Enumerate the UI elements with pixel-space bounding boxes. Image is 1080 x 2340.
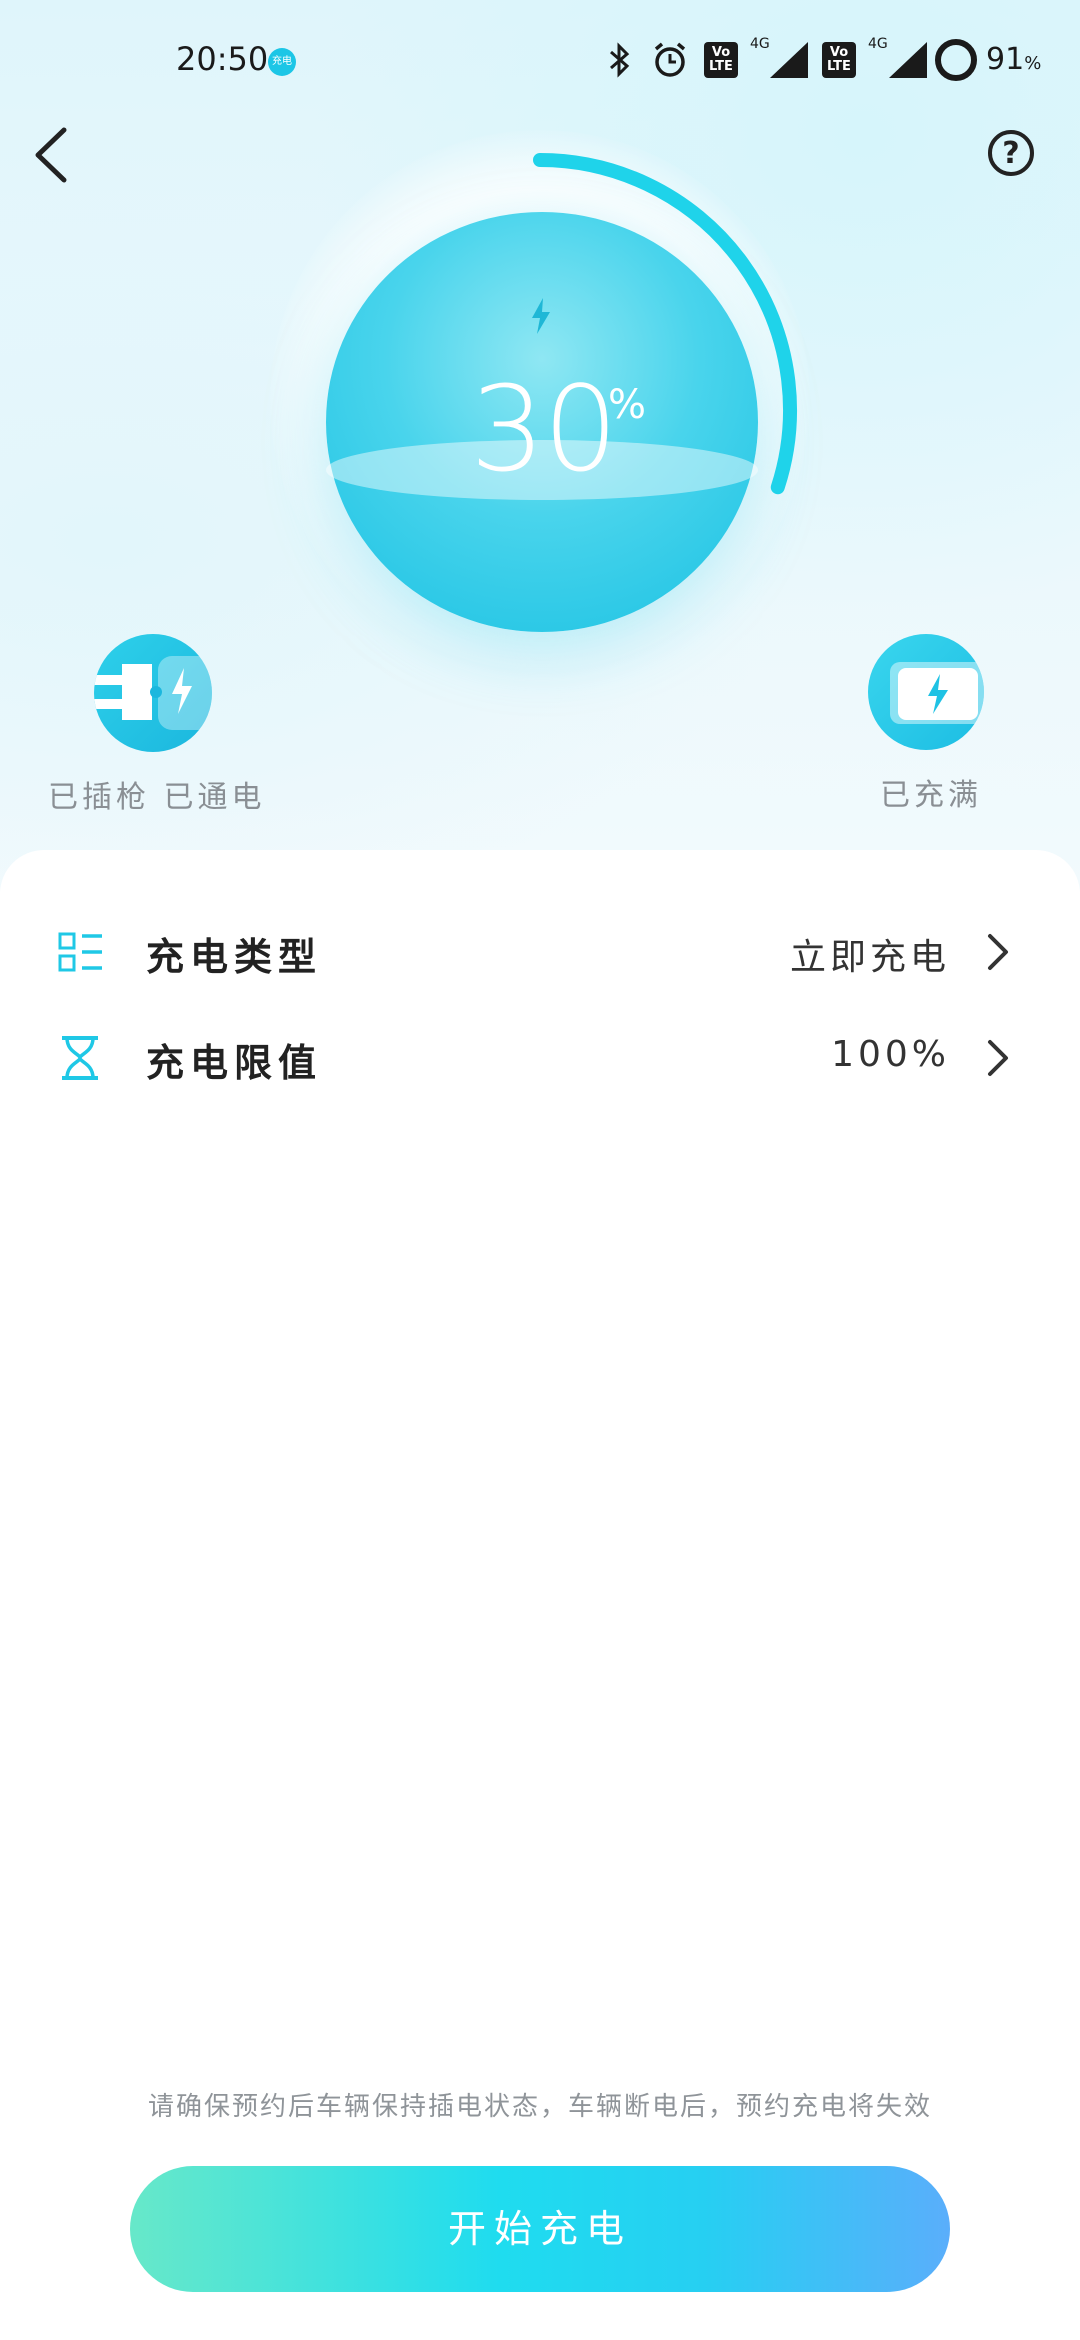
battery-level: 91%	[986, 42, 1042, 77]
hourglass-icon	[62, 1036, 98, 1080]
volte-icon-2: Vo LTE	[822, 40, 856, 80]
help-button[interactable]: ?	[988, 130, 1034, 176]
list-icon	[58, 932, 102, 972]
charge-percent-sign: %	[608, 382, 647, 428]
charge-limit-value: 100%	[831, 1034, 950, 1075]
charge-type-value: 立即充电	[789, 937, 950, 978]
question-icon: ?	[1002, 136, 1020, 171]
plug-icon	[94, 634, 212, 752]
charge-percent: 30	[470, 360, 618, 498]
chevron-right-icon	[988, 1040, 1008, 1076]
full-status-text: 已充满	[880, 778, 982, 813]
volte-icon-1: Vo LTE	[704, 40, 738, 80]
charge-type-label: 充电类型	[146, 935, 323, 979]
alarm-icon	[648, 40, 692, 80]
bolt-icon	[532, 298, 550, 334]
battery-ring-icon	[934, 39, 978, 81]
start-charging-button[interactable]: 开始充电	[130, 2166, 950, 2292]
app-badge-icon: 充电	[268, 48, 296, 76]
plug-status-text: 已插枪 已通电	[48, 780, 266, 815]
back-button[interactable]	[24, 120, 84, 190]
chevron-right-icon	[988, 934, 1008, 970]
reservation-notice: 请确保预约后车辆保持插电状态，车辆断电后，预约充电将失效	[147, 2092, 932, 2122]
battery-full-icon	[868, 634, 984, 750]
charge-limit-row[interactable]: 充电限值 100%	[0, 1010, 1080, 1106]
status-time: 20:50	[176, 40, 269, 78]
bluetooth-icon	[600, 40, 640, 80]
signal-icon-1: 4G	[750, 36, 810, 80]
charge-limit-label: 充电限值	[146, 1041, 323, 1085]
chevron-left-icon	[35, 127, 67, 183]
charge-type-row[interactable]: 充电类型 立即充电	[0, 904, 1080, 1000]
signal-icon-2: 4G	[868, 36, 930, 80]
status-bar: 20:50 充电 Vo LTE 4G Vo LTE 4G 91%	[0, 0, 1080, 120]
